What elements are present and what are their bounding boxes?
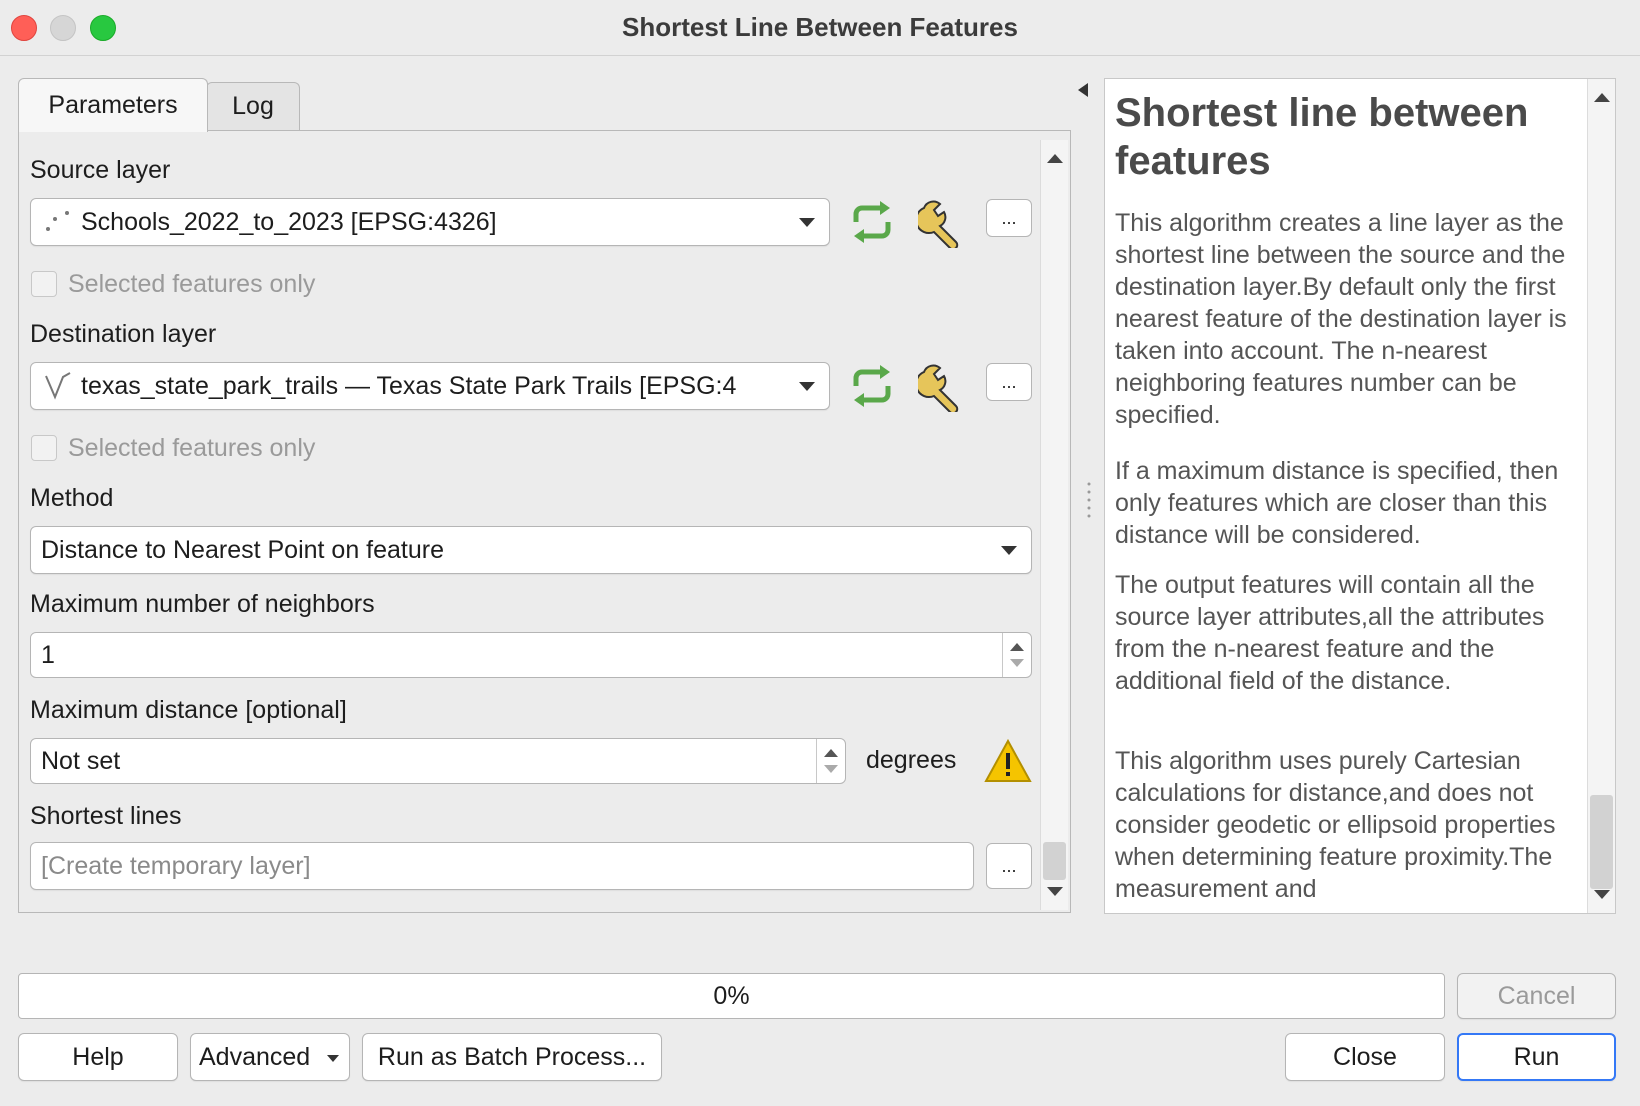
shortest-lines-label: Shortest lines (30, 802, 182, 830)
chevron-up-icon (1010, 643, 1024, 651)
chevron-down-icon (799, 382, 815, 391)
chevron-down-icon (327, 1055, 339, 1062)
max-distance-stepper[interactable] (816, 739, 845, 783)
max-neighbors-label: Maximum number of neighbors (30, 590, 375, 618)
shortest-lines-options-button[interactable]: ... (986, 843, 1032, 889)
chevron-down-icon (799, 218, 815, 227)
source-layer-value: Schools_2022_to_2023 [EPSG:4326] (81, 207, 497, 236)
help-title: Shortest line between features (1115, 91, 1529, 183)
title-bar: Shortest Line Between Features (0, 0, 1640, 56)
source-selected-only-checkbox[interactable] (31, 271, 57, 297)
source-options-button[interactable]: ... (986, 199, 1032, 237)
help-paragraph: This algorithm uses purely Cartesian cal… (1115, 747, 1556, 903)
run-batch-button[interactable]: Run as Batch Process... (362, 1033, 662, 1081)
help-button[interactable]: Help (18, 1033, 178, 1081)
destination-selected-only-label: Selected features only (68, 434, 316, 462)
cancel-button[interactable]: Cancel (1457, 973, 1616, 1019)
window-title: Shortest Line Between Features (622, 12, 1018, 42)
source-selected-only-label: Selected features only (68, 270, 316, 298)
shortest-lines-placeholder: [Create temporary layer] (41, 851, 311, 880)
help-panel: Shortest line between features This algo… (1104, 78, 1616, 914)
advanced-button[interactable]: Advanced (190, 1033, 350, 1081)
max-distance-label: Maximum distance [optional] (30, 696, 347, 724)
close-button[interactable]: Close (1285, 1033, 1445, 1081)
warning-icon (984, 738, 1032, 782)
wrench-icon[interactable] (918, 198, 970, 248)
parameters-panel (18, 130, 1071, 913)
max-neighbors-stepper[interactable] (1002, 633, 1031, 677)
chevron-down-icon (1010, 659, 1024, 667)
help-paragraph: The output features will contain all the… (1115, 571, 1545, 695)
line-layer-icon (45, 372, 71, 400)
help-paragraph: If a maximum distance is specified, then… (1115, 457, 1559, 549)
iterate-refresh-icon[interactable] (848, 200, 896, 244)
wrench-icon[interactable] (918, 362, 970, 412)
parameters-scrollbar[interactable] (1040, 140, 1068, 910)
source-layer-combo[interactable]: Schools_2022_to_2023 [EPSG:4326] (30, 198, 830, 246)
advanced-label: Advanced (199, 1042, 311, 1071)
run-button[interactable]: Run (1457, 1033, 1616, 1081)
max-distance-spinbox[interactable]: Not set (30, 738, 846, 784)
source-layer-label: Source layer (30, 156, 171, 184)
destination-layer-label: Destination layer (30, 320, 217, 348)
shortest-lines-output-field[interactable]: [Create temporary layer] (30, 842, 974, 890)
progress-bar: 0% (18, 973, 1445, 1019)
max-neighbors-spinbox[interactable]: 1 (30, 632, 1032, 678)
chevron-up-icon (824, 749, 838, 757)
scrollbar-thumb[interactable] (1043, 842, 1066, 880)
method-label: Method (30, 484, 114, 512)
splitter-handle[interactable] (1086, 480, 1092, 520)
iterate-refresh-icon[interactable] (848, 364, 896, 408)
destination-layer-combo[interactable]: texas_state_park_trails — Texas State Pa… (30, 362, 830, 410)
tab-parameters[interactable]: Parameters (18, 78, 208, 132)
help-scrollbar[interactable] (1587, 79, 1615, 913)
scrollbar-thumb[interactable] (1590, 795, 1613, 889)
method-value: Distance to Nearest Point on feature (41, 535, 445, 564)
scroll-up-icon[interactable] (1047, 154, 1063, 163)
help-paragraph: This algorithm creates a line layer as t… (1115, 209, 1567, 429)
scroll-up-icon[interactable] (1594, 93, 1610, 102)
scroll-down-icon[interactable] (1594, 890, 1610, 899)
max-distance-value: Not set (41, 746, 121, 775)
destination-options-button[interactable]: ... (986, 363, 1032, 401)
point-layer-icon (46, 211, 69, 231)
progress-label: 0% (713, 981, 750, 1010)
chevron-down-icon (824, 765, 838, 773)
tab-log[interactable]: Log (206, 82, 300, 130)
method-combo[interactable]: Distance to Nearest Point on feature (30, 526, 1032, 574)
scroll-down-icon[interactable] (1047, 887, 1063, 896)
destination-layer-value: texas_state_park_trails — Texas State Pa… (81, 371, 737, 400)
collapse-help-icon[interactable] (1076, 82, 1090, 98)
distance-unit-label: degrees (866, 746, 957, 774)
chevron-down-icon (1001, 546, 1017, 555)
destination-selected-only-checkbox[interactable] (31, 435, 57, 461)
max-neighbors-value: 1 (41, 640, 55, 669)
